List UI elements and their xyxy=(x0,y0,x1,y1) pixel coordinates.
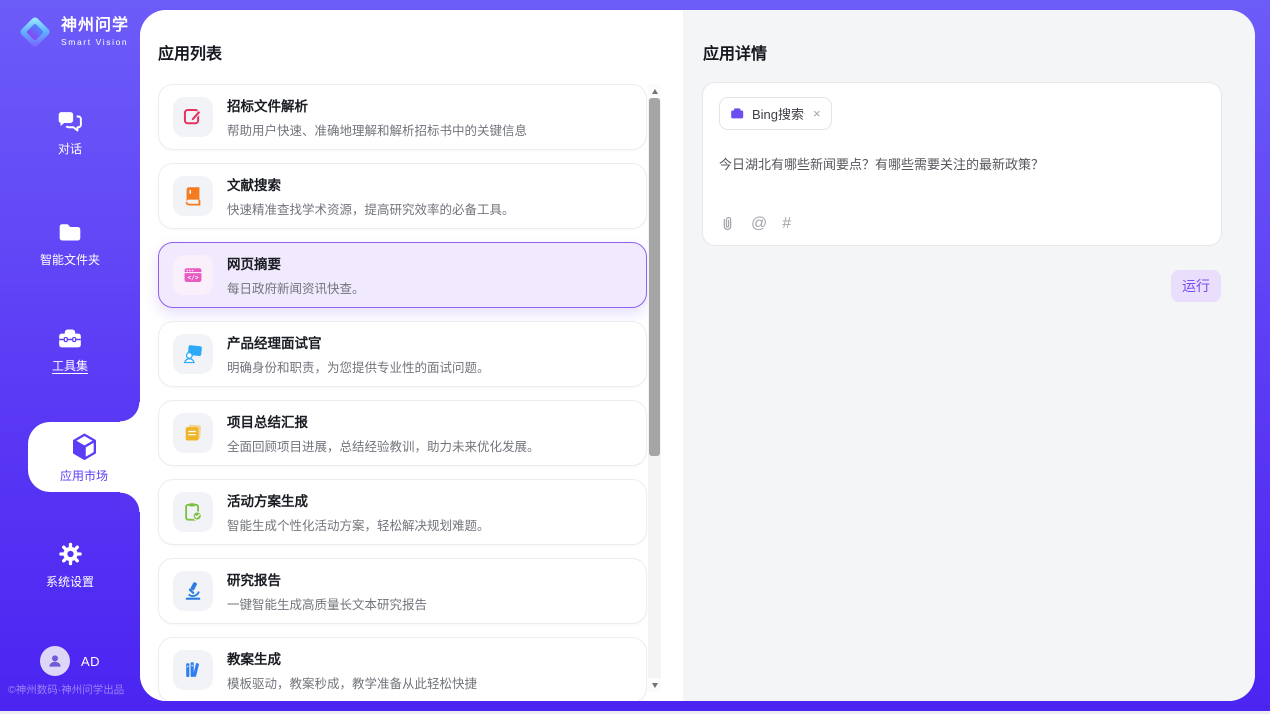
app-card-desc: 一键智能生成高质量长文本研究报告 xyxy=(227,594,427,613)
chat-icon xyxy=(56,108,84,134)
microscope-icon xyxy=(182,580,204,602)
app-card-title: 网页摘要 xyxy=(227,253,365,273)
app-card-event-plan[interactable]: 活动方案生成 智能生成个性化活动方案，轻松解决规划难题。 xyxy=(158,479,647,545)
app-card-list: 招标文件解析 帮助用户快速、准确地理解和解析招标书中的关键信息 文献搜索 快速精… xyxy=(158,84,647,701)
app-card-literature-search[interactable]: 文献搜索 快速精准查找学术资源，提高研究效率的必备工具。 xyxy=(158,163,647,229)
briefcase-icon xyxy=(730,106,745,121)
mention-icon[interactable]: @ xyxy=(751,216,767,232)
sidebar-item-smart-folder[interactable]: 智能文件夹 xyxy=(0,219,140,268)
sidebar-item-label: 智能文件夹 xyxy=(40,251,100,268)
svg-text:</>: </> xyxy=(187,275,198,282)
triangle-up-icon xyxy=(652,89,658,94)
app-card-desc: 全面回顾项目进展，总结经验教训，助力未来优化发展。 xyxy=(227,436,540,455)
app-icon-tile xyxy=(173,571,213,611)
query-input-card[interactable]: Bing搜索 × 今日湖北有哪些新闻要点？有哪些需要关注的最新政策？ @ # xyxy=(702,82,1222,246)
app-tagline: Smart Vision xyxy=(61,37,129,47)
sidebar-item-chat[interactable]: 对话 xyxy=(0,108,140,157)
app-list-panel: 应用列表 招标文件解析 帮助用户快速、准确地理解和解析招标书中的关键信息 xyxy=(140,10,683,701)
edit-square-icon xyxy=(182,106,204,128)
triangle-down-icon xyxy=(652,683,658,688)
tool-tag-label: Bing搜索 xyxy=(752,104,804,123)
app-card-pm-interviewer[interactable]: 产品经理面试官 明确身份和职责，为您提供专业性的面试问题。 xyxy=(158,321,647,387)
sidebar-item-toolset[interactable]: 工具集 xyxy=(0,325,140,374)
app-card-title: 文献搜索 xyxy=(227,174,515,194)
sidebar: 神州问学 Smart Vision 对话 智能文件夹 工具集 xyxy=(0,0,140,714)
app-card-research-report[interactable]: 研究报告 一键智能生成高质量长文本研究报告 xyxy=(158,558,647,624)
app-card-tender-parse[interactable]: 招标文件解析 帮助用户快速、准确地理解和解析招标书中的关键信息 xyxy=(158,84,647,150)
app-card-desc: 每日政府新闻资讯快查。 xyxy=(227,278,365,297)
main-content: 应用列表 招标文件解析 帮助用户快速、准确地理解和解析招标书中的关键信息 xyxy=(140,10,1255,701)
logo: 神州问学 Smart Vision xyxy=(16,13,129,51)
scrollbar-thumb[interactable] xyxy=(649,98,660,456)
copyright-footer: ©神州数码·神州问学出品 xyxy=(8,682,124,697)
app-card-title: 项目总结汇报 xyxy=(227,411,540,431)
app-card-title: 产品经理面试官 xyxy=(227,332,490,352)
user-name: AD xyxy=(81,654,100,669)
tag-close-icon[interactable]: × xyxy=(813,107,821,120)
app-card-title: 研究报告 xyxy=(227,569,427,589)
browser-code-icon: </> xyxy=(182,264,204,286)
person-icon xyxy=(46,652,64,670)
sidebar-item-app-market[interactable]: 应用市场 xyxy=(28,422,140,492)
sidebar-item-label: 工具集 xyxy=(52,357,88,374)
app-name: 神州问学 xyxy=(61,17,129,35)
scroll-up-button[interactable] xyxy=(648,84,661,98)
paperclip-icon[interactable] xyxy=(719,215,736,232)
app-icon-tile xyxy=(173,413,213,453)
active-tab-notch-top xyxy=(120,402,140,422)
app-card-title: 教案生成 xyxy=(227,648,477,668)
folder-icon xyxy=(56,219,84,245)
note-icon xyxy=(182,422,204,444)
app-card-web-summary[interactable]: </> 网页摘要 每日政府新闻资讯快查。 xyxy=(158,242,647,308)
sidebar-item-label: 应用市场 xyxy=(60,467,108,484)
app-card-title: 活动方案生成 xyxy=(227,490,490,510)
toolbox-icon xyxy=(56,325,84,351)
query-text[interactable]: 今日湖北有哪些新闻要点？有哪些需要关注的最新政策？ xyxy=(719,154,1205,173)
app-card-desc: 模板驱动，教案秒成，教学准备从此轻松快捷 xyxy=(227,673,477,692)
app-card-desc: 明确身份和职责，为您提供专业性的面试问题。 xyxy=(227,357,490,376)
run-button[interactable]: 运行 xyxy=(1171,270,1221,302)
app-card-lesson-plan[interactable]: 教案生成 模板驱动，教案秒成，教学准备从此轻松快捷 xyxy=(158,637,647,701)
active-tab-notch-bottom xyxy=(120,492,140,512)
app-icon-tile xyxy=(173,492,213,532)
sidebar-item-label: 系统设置 xyxy=(46,573,94,590)
app-icon-tile xyxy=(173,334,213,374)
hash-icon[interactable]: # xyxy=(782,216,791,232)
scroll-down-button[interactable] xyxy=(648,678,661,692)
app-card-desc: 帮助用户快速、准确地理解和解析招标书中的关键信息 xyxy=(227,120,527,139)
scrollbar[interactable] xyxy=(648,84,661,692)
sidebar-item-label: 对话 xyxy=(58,140,82,157)
app-detail-title: 应用详情 xyxy=(703,40,767,64)
cube-icon xyxy=(68,430,101,464)
app-icon-tile xyxy=(173,97,213,137)
logo-diamond-icon xyxy=(16,13,54,51)
app-card-title: 招标文件解析 xyxy=(227,95,527,115)
sidebar-item-settings[interactable]: 系统设置 xyxy=(0,541,140,590)
clipboard-check-icon xyxy=(182,501,204,523)
app-card-project-summary[interactable]: 项目总结汇报 全面回顾项目进展，总结经验教训，助力未来优化发展。 xyxy=(158,400,647,466)
tool-tag-bing-search[interactable]: Bing搜索 × xyxy=(719,97,832,130)
app-list-title: 应用列表 xyxy=(158,40,222,64)
user-profile[interactable]: AD xyxy=(0,646,140,676)
interview-icon xyxy=(182,343,204,365)
app-icon-tile: </> xyxy=(173,255,213,295)
book-icon xyxy=(182,185,204,207)
app-icon-tile xyxy=(173,650,213,690)
gear-icon xyxy=(57,541,84,567)
books-icon xyxy=(182,659,204,681)
app-card-desc: 快速精准查找学术资源，提高研究效率的必备工具。 xyxy=(227,199,515,218)
avatar xyxy=(40,646,70,676)
app-card-desc: 智能生成个性化活动方案，轻松解决规划难题。 xyxy=(227,515,490,534)
app-detail-panel: 应用详情 Bing搜索 × 今日湖北有哪些新闻要点？有哪些需要关注的最新政策？ … xyxy=(683,10,1255,701)
input-toolbar: @ # xyxy=(719,215,791,232)
app-icon-tile xyxy=(173,176,213,216)
